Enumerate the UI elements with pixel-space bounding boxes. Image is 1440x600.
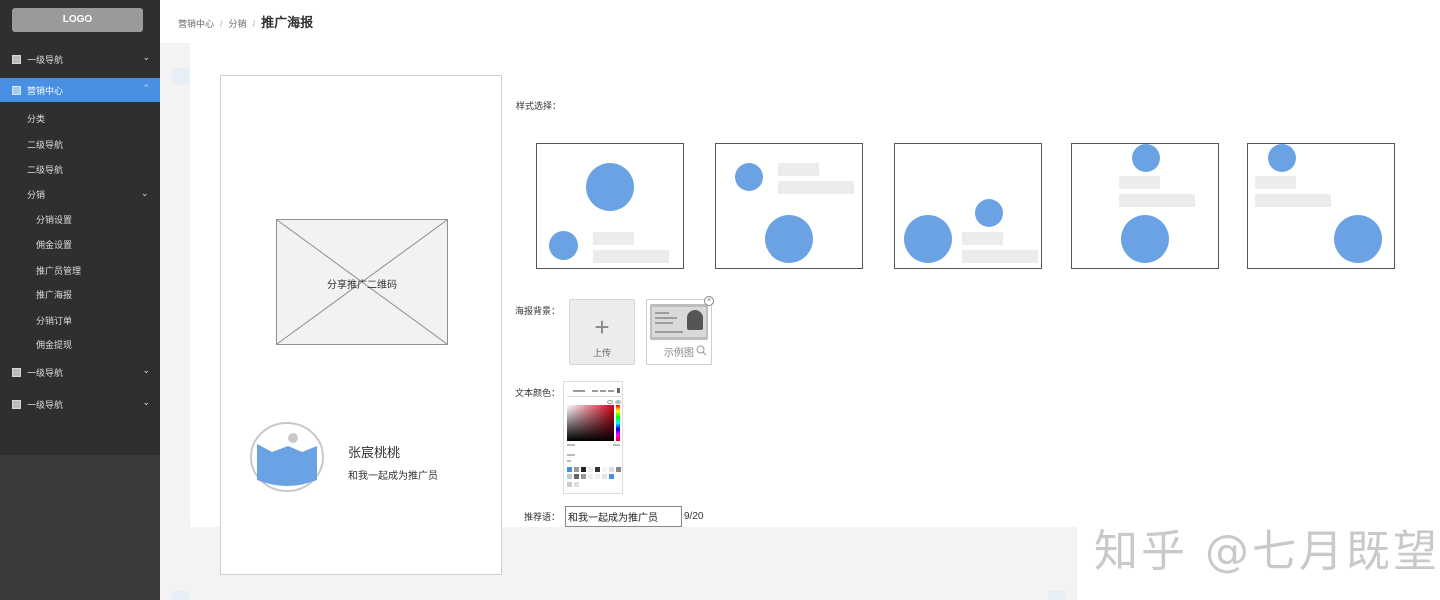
logo: LOGO — [12, 8, 143, 32]
sidebar-subitem-nav-2b[interactable]: 二级导航 — [27, 163, 63, 183]
sidebar-item-nav-3[interactable]: 一级导航 ⌄ — [0, 360, 160, 384]
corner-marker — [1048, 591, 1065, 600]
sidebar-item-label: 一级导航 — [27, 368, 64, 378]
color-picker-tabs — [567, 388, 621, 397]
breadcrumb-item-marketing[interactable]: 营销中心 — [178, 17, 214, 30]
sidebar-subsubitem-distribution-orders[interactable]: 分销订单 — [36, 314, 72, 334]
style-option-4[interactable] — [1071, 143, 1219, 269]
nav-square-icon — [12, 368, 21, 377]
watermark: 知乎 @七月既望 — [1094, 526, 1440, 577]
image-placeholder-icon — [250, 422, 324, 492]
breadcrumb-separator: / — [252, 19, 256, 29]
upload-label: 上传 — [592, 348, 611, 358]
sidebar-subsubitem-commission-withdraw[interactable]: 佣金提现 — [36, 338, 72, 358]
qr-code-label: 分享推广二维码 — [327, 280, 397, 291]
chevron-down-icon: ⌄ — [142, 365, 150, 375]
hue-slider[interactable] — [616, 405, 620, 441]
sidebar-subsubitem-commission-settings[interactable]: 佣金设置 — [36, 238, 72, 258]
chevron-down-icon: ⌄ — [141, 188, 149, 198]
sidebar-item-nav-4[interactable]: 一级导航 ⌄ — [0, 392, 160, 416]
corner-marker — [172, 591, 189, 600]
character-counter: 9/20 — [684, 511, 704, 522]
sidebar-item-label: 一级导航 — [27, 400, 64, 410]
nav-square-icon — [12, 400, 21, 409]
sidebar-subitem-label: 分销 — [27, 190, 46, 200]
sidebar-subsubitem-promo-poster[interactable]: 推广海报 — [36, 288, 72, 308]
breadcrumb-item-distribution[interactable]: 分销 — [229, 17, 247, 30]
text-color-label: 文本颜色： — [515, 388, 561, 398]
sidebar-subsubitem-distribution-settings[interactable]: 分销设置 — [36, 213, 72, 233]
breadcrumb: 营销中心 / 分销 / 推广海报 — [178, 12, 313, 32]
id-card-image — [650, 304, 708, 340]
chevron-down-icon: ⌄ — [142, 397, 150, 407]
style-option-3[interactable] — [894, 143, 1042, 269]
sidebar-subsubitem-promoter-management[interactable]: 推广员管理 — [36, 264, 81, 284]
zoom-icon[interactable] — [696, 345, 707, 356]
sidebar: LOGO 一级导航 ⌄ 营销中心 ⌃ 分类 二级导航 二级导航 分销 ⌄ 分销设… — [0, 0, 160, 600]
nav-square-icon — [12, 55, 21, 64]
breadcrumb-separator: / — [220, 19, 223, 29]
page-title: 推广海报 — [261, 15, 314, 30]
chevron-down-icon: ⌄ — [142, 52, 150, 62]
qr-code-placeholder: 分享推广二维码 — [276, 219, 448, 345]
sidebar-subitem-nav-2a[interactable]: 二级导航 — [27, 138, 63, 158]
sidebar-item-label: 营销中心 — [27, 86, 64, 96]
sidebar-item-nav-1[interactable]: 一级导航 ⌄ — [0, 47, 160, 71]
style-option-1[interactable] — [536, 143, 684, 269]
sample-image-thumbnail[interactable]: 示例图 — [646, 299, 712, 365]
slogan-input[interactable] — [565, 506, 682, 527]
chevron-up-icon: ⌃ — [142, 83, 150, 93]
corner-marker — [172, 68, 189, 85]
avatar — [250, 422, 324, 492]
sidebar-item-label: 一级导航 — [27, 55, 64, 65]
sidebar-subitem-distribution[interactable]: 分销 ⌄ — [27, 188, 152, 208]
style-option-5[interactable] — [1247, 143, 1395, 269]
plus-icon: + — [594, 312, 610, 342]
sidebar-item-marketing[interactable]: 营销中心 ⌃ — [0, 78, 160, 102]
style-option-2[interactable] — [715, 143, 863, 269]
close-icon[interactable]: × — [704, 296, 714, 306]
slogan-label: 推荐语： — [524, 512, 561, 522]
poster-bg-label: 海报背景： — [515, 306, 561, 316]
style-select-label: 样式选择： — [516, 101, 562, 111]
poster-preview: 分享推广二维码 张宸桃桃 和我一起成为推广员 — [220, 75, 502, 575]
user-name: 张宸桃桃 — [348, 445, 401, 460]
sidebar-subitem-category[interactable]: 分类 — [27, 112, 45, 132]
upload-button[interactable]: + 上传 — [569, 299, 635, 365]
color-picker[interactable] — [563, 381, 623, 494]
app-root: LOGO 一级导航 ⌄ 营销中心 ⌃ 分类 二级导航 二级导航 分销 ⌄ 分销设… — [0, 0, 1440, 600]
nav-square-icon — [12, 86, 21, 95]
user-slogan: 和我一起成为推广员 — [348, 471, 438, 482]
color-gradient-area[interactable] — [567, 405, 614, 441]
